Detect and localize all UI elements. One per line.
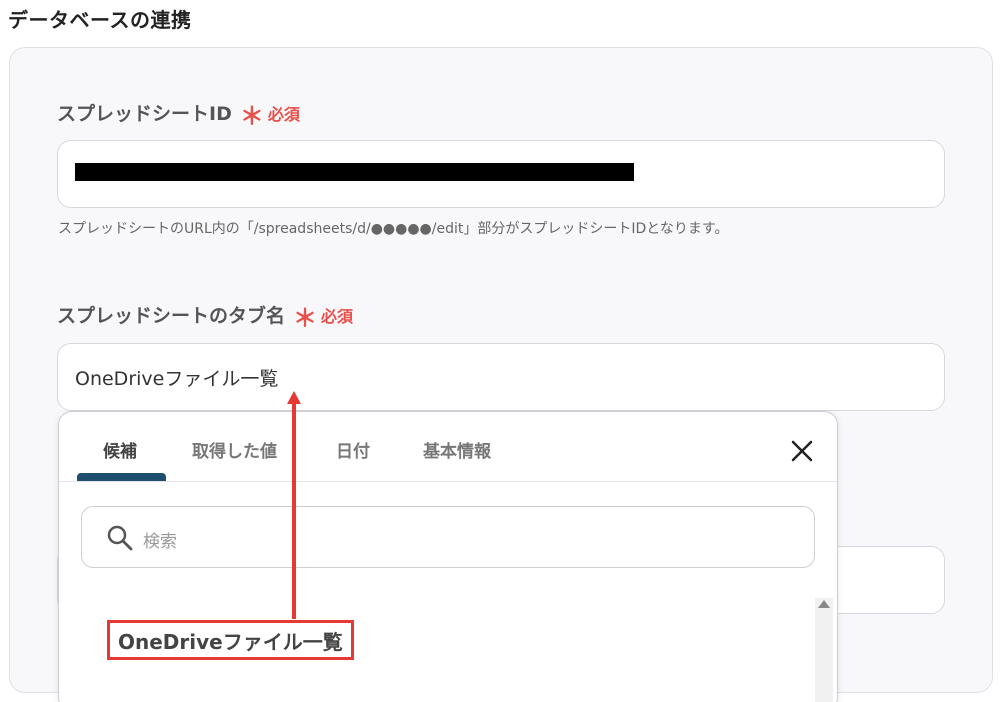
required-badge: 必須: [267, 104, 300, 124]
tab-date[interactable]: 日付: [336, 437, 370, 462]
redacted-value: [75, 163, 634, 181]
close-icon[interactable]: [787, 436, 817, 466]
required-badge: 必須: [321, 306, 354, 326]
spreadsheet-id-label: スプレッドシートID ＊ 必須: [57, 99, 300, 130]
search-icon: [107, 525, 133, 551]
section-title: データベースの連携: [8, 8, 192, 32]
tab-name-value: OneDriveファイル一覧: [75, 368, 279, 390]
scroll-up-icon[interactable]: [818, 600, 830, 608]
active-tab-indicator: [77, 473, 166, 481]
spreadsheet-id-hint: スプレッドシートのURL内の「/spreadsheets/d/●●●●●/edi…: [58, 221, 729, 237]
tab-candidates[interactable]: 候補: [103, 437, 137, 462]
tab-basic-info[interactable]: 基本情報: [423, 437, 491, 462]
dropdown-tabs: 候補 取得した値 日付 基本情報: [59, 412, 837, 482]
search-input[interactable]: 検索: [81, 506, 815, 568]
required-asterisk-icon: ＊: [293, 303, 318, 332]
candidate-item[interactable]: OneDriveファイル一覧: [107, 620, 354, 660]
scrollbar[interactable]: [815, 598, 833, 702]
tab-name-label: スプレッドシートのタブ名 ＊ 必須: [57, 301, 354, 332]
search-placeholder: 検索: [143, 532, 177, 552]
tab-retrieved-values[interactable]: 取得した値: [192, 437, 277, 462]
tab-name-label-text: スプレッドシートのタブ名: [57, 305, 286, 327]
spreadsheet-id-label-text: スプレッドシートID: [57, 103, 232, 125]
tab-name-input[interactable]: OneDriveファイル一覧: [57, 343, 945, 411]
spreadsheet-id-input[interactable]: [57, 140, 945, 208]
required-asterisk-icon: ＊: [239, 101, 264, 130]
value-picker-dropdown: 候補 取得した値 日付 基本情報 検索 OneDriveファイル一覧: [58, 411, 838, 702]
